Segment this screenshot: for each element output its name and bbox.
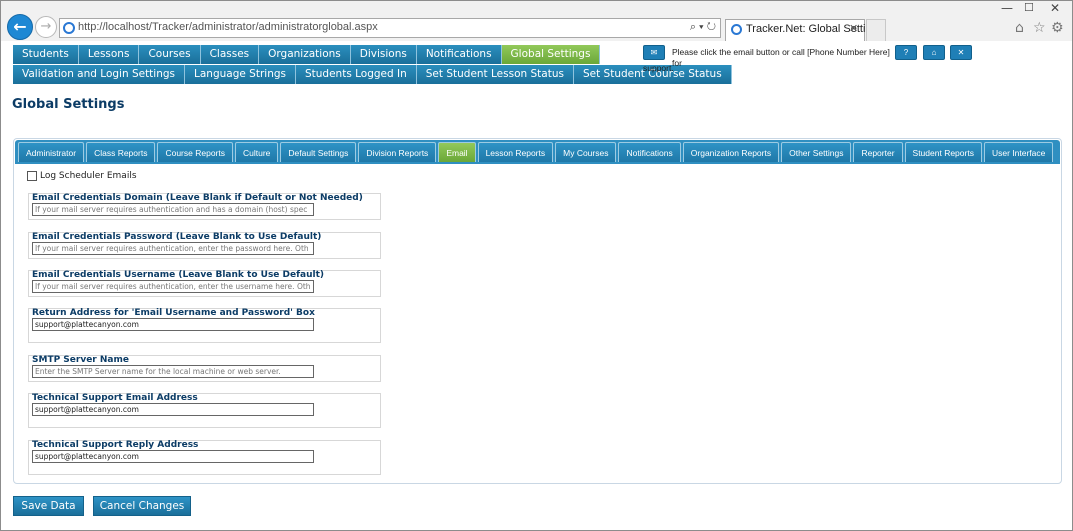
tab-notifications[interactable]: Notifications: [618, 142, 681, 162]
help-text: Please click the email button or call [P…: [672, 47, 890, 68]
menu-item-set-student-lesson-status[interactable]: Set Student Lesson Status: [416, 65, 574, 84]
cancel-changes-button[interactable]: Cancel Changes: [93, 496, 191, 516]
log-scheduler-checkbox[interactable]: [27, 171, 37, 181]
logout-button[interactable]: ✕: [950, 45, 972, 60]
field-label: Return Address for 'Email Username and P…: [32, 308, 315, 318]
browser-icon: [63, 22, 75, 34]
field-input[interactable]: If your mail server requires authenticat…: [32, 242, 314, 255]
tab-title: Tracker.Net: Global Settings: [746, 23, 884, 35]
tab-user-interface[interactable]: User Interface: [983, 142, 1054, 162]
field-group: Technical Support Reply Address support@p…: [28, 440, 381, 475]
address-tools-icon[interactable]: ⌕ ▾ ↻: [690, 21, 716, 34]
maximize-icon[interactable]: ☐: [1024, 1, 1034, 14]
menu-item-global-settings[interactable]: Global Settings: [501, 45, 601, 64]
menu-item-students-logged-in[interactable]: Students Logged In: [295, 65, 417, 84]
log-scheduler-label: Log Scheduler Emails: [40, 171, 137, 181]
field-label: Technical Support Reply Address: [32, 440, 199, 450]
save-data-button[interactable]: Save Data: [13, 496, 84, 516]
field-group: Email Credentials Username (Leave Blank …: [28, 270, 381, 297]
back-button[interactable]: ←: [7, 14, 33, 40]
main-menu-row-2: Validation and Login Settings Language St…: [13, 65, 732, 84]
new-tab-button[interactable]: [866, 19, 886, 41]
menu-item-students[interactable]: Students: [13, 45, 79, 64]
window-close-icon[interactable]: ✕: [1050, 1, 1060, 15]
home-button[interactable]: ⌂: [923, 45, 945, 60]
tab-default-settings[interactable]: Default Settings: [280, 142, 357, 162]
question-icon: ?: [903, 48, 909, 57]
field-group: Email Credentials Domain (Leave Blank if…: [28, 193, 381, 220]
field-label: Email Credentials Password (Leave Blank …: [32, 232, 322, 242]
field-label: Technical Support Email Address: [32, 393, 198, 403]
menu-item-organizations[interactable]: Organizations: [259, 45, 351, 64]
menu-item-classes[interactable]: Classes: [200, 45, 260, 64]
field-input[interactable]: If your mail server requires authenticat…: [32, 280, 314, 293]
tab-administrator[interactable]: Administrator: [18, 142, 85, 162]
close-icon: ✕: [957, 48, 965, 57]
tab-class-reports[interactable]: Class Reports: [86, 142, 156, 162]
menu-item-lessons[interactable]: Lessons: [78, 45, 140, 64]
help-text-support: support.: [643, 63, 674, 73]
browser-window: ← → http://localhost/Tracker/administrat…: [0, 0, 1073, 531]
forward-button[interactable]: →: [35, 16, 57, 38]
tab-student-reports[interactable]: Student Reports: [904, 142, 982, 162]
url-text: http://localhost/Tracker/administrator/a…: [78, 21, 378, 33]
field-input[interactable]: support@plattecanyon.com: [32, 318, 314, 331]
field-group: SMTP Server Name Enter the SMTP Server na…: [28, 355, 381, 382]
field-input[interactable]: Enter the SMTP Server name for the local…: [32, 365, 314, 378]
tab-my-courses[interactable]: My Courses: [555, 142, 617, 162]
home-icon[interactable]: ⌂: [1015, 20, 1024, 36]
tab-close-icon[interactable]: ✕: [849, 22, 858, 35]
browser-tab[interactable]: Tracker.Net: Global Settings: [725, 19, 883, 41]
field-label: SMTP Server Name: [32, 355, 129, 365]
help-button[interactable]: ?: [895, 45, 917, 60]
address-bar[interactable]: http://localhost/Tracker/administrator/a…: [59, 18, 721, 38]
tab-email[interactable]: Email: [438, 142, 476, 162]
tab-division-reports[interactable]: Division Reports: [358, 142, 437, 162]
minimize-icon[interactable]: —: [1001, 1, 1013, 15]
home-icon: ⌂: [931, 48, 937, 57]
field-label: Email Credentials Username (Leave Blank …: [32, 270, 325, 280]
field-input[interactable]: If your mail server requires authenticat…: [32, 203, 314, 216]
envelope-icon: ✉: [650, 48, 658, 57]
field-input[interactable]: support@plattecanyon.com: [32, 450, 314, 463]
menu-item-divisions[interactable]: Divisions: [350, 45, 417, 64]
field-group: Technical Support Email Address support@p…: [28, 393, 381, 428]
tab-culture[interactable]: Culture: [235, 142, 279, 162]
field-label: Email Credentials Domain (Leave Blank if…: [32, 193, 363, 203]
settings-tab-bar: Administrator Class Reports Course Reports…: [15, 140, 1060, 164]
main-menu-row-1: Students Lessons Courses Classes Organizatio…: [13, 45, 601, 64]
menu-item-notifications[interactable]: Notifications: [416, 45, 502, 64]
tab-favicon-icon: [731, 24, 742, 35]
page-title: Global Settings: [12, 97, 125, 112]
menu-item-courses[interactable]: Courses: [139, 45, 201, 64]
tab-organization-reports[interactable]: Organization Reports: [682, 142, 780, 162]
menu-item-validation-and-login-settings[interactable]: Validation and Login Settings: [13, 65, 186, 84]
browser-toolbar: ← → http://localhost/Tracker/administrat…: [1, 1, 1072, 41]
field-group: Email Credentials Password (Leave Blank …: [28, 232, 381, 259]
settings-gear-icon[interactable]: ⚙: [1051, 20, 1064, 36]
menu-item-language-strings[interactable]: Language Strings: [185, 65, 296, 84]
tab-lesson-reports[interactable]: Lesson Reports: [477, 142, 554, 162]
settings-panel: Administrator Class Reports Course Reports…: [13, 138, 1062, 484]
tab-course-reports[interactable]: Course Reports: [157, 142, 233, 162]
tab-reporter[interactable]: Reporter: [853, 142, 903, 162]
field-input[interactable]: support@plattecanyon.com: [32, 403, 314, 416]
favorites-star-icon[interactable]: ☆: [1033, 20, 1046, 36]
tab-other-settings[interactable]: Other Settings: [781, 142, 852, 162]
email-button[interactable]: ✉: [643, 45, 665, 60]
field-group: Return Address for 'Email Username and P…: [28, 308, 381, 343]
log-scheduler-row[interactable]: Log Scheduler Emails: [27, 171, 137, 181]
